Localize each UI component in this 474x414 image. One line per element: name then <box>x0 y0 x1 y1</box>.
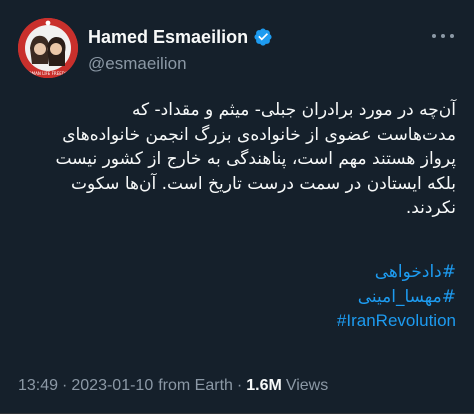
display-name[interactable]: Hamed Esmaeilion <box>88 27 248 48</box>
tweet-header: WOMAN LIFE FREEDOM Hamed Esmaeilion @esm… <box>18 18 458 78</box>
avatar[interactable]: WOMAN LIFE FREEDOM <box>18 18 78 78</box>
tweet-text-line: بلکه ایستادن در سمت درست تاریخ است. آن‌ه… <box>71 173 456 194</box>
more-options-icon[interactable] <box>432 28 454 44</box>
tweet-date[interactable]: 2023-01-10 <box>71 377 153 395</box>
views-label: Views <box>285 377 329 394</box>
meta-separator: · <box>236 377 243 394</box>
avatar-ring-text: WOMAN LIFE FREEDOM <box>25 71 72 76</box>
hashtag-link[interactable]: #IranRevolution <box>16 309 456 334</box>
tweet-text-line: مدت‌هاست عضوی از خانواده‌ی بزرگ انجمن خا… <box>62 124 456 145</box>
user-handle[interactable]: @esmaeilion <box>88 54 187 74</box>
tweet-text-line: نکردند. <box>405 198 456 218</box>
avatar-image: WOMAN LIFE FREEDOM <box>18 18 78 78</box>
tweet-time[interactable]: 13:49 <box>18 377 58 395</box>
verified-badge-icon <box>253 27 273 47</box>
hashtag-link[interactable]: #دادخواهی <box>16 260 456 285</box>
name-row: Hamed Esmaeilion <box>88 26 273 48</box>
tweet-text-line: آن‌چه در مورد برادران جبلی- میثم و مقداد… <box>131 100 456 120</box>
tweet-meta: 13:49 · 2023-01-10 from Earth · 1.6M Vie… <box>18 376 328 396</box>
meta-separator: · <box>62 377 68 394</box>
hashtag-link[interactable]: #مهسا_امینی <box>16 285 456 310</box>
tweet-text-line: پرواز هستند مهم است، پناهندگی به خارج از… <box>55 149 456 169</box>
tweet-source: from Earth <box>158 377 233 394</box>
tweet-text: آن‌چه در مورد برادران جبلی- میثم و مقداد… <box>18 98 456 221</box>
hashtag-list: #دادخواهی #مهسا_امینی #IranRevolution <box>16 260 456 334</box>
views-count[interactable]: 1.6M <box>246 377 282 395</box>
